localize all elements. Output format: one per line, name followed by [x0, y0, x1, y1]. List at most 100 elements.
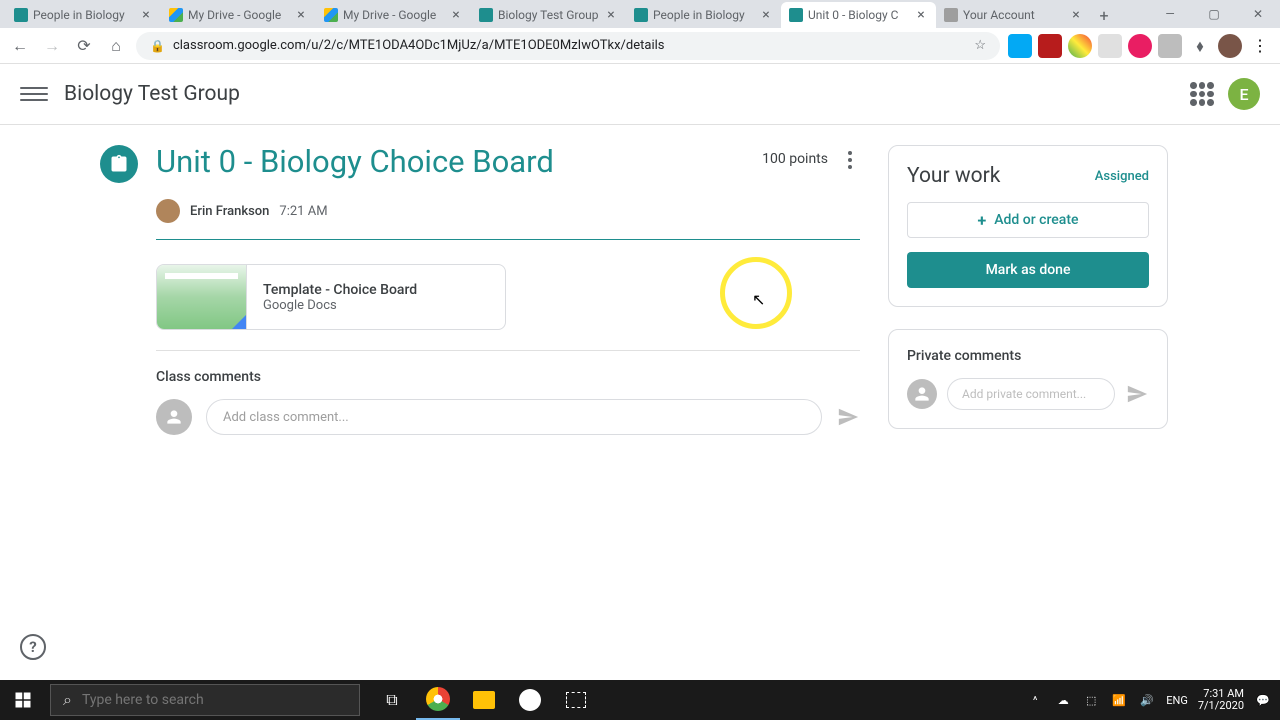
assignment-title: Unit 0 - Biology Choice Board	[156, 145, 554, 179]
assignment-more-button[interactable]	[840, 151, 860, 169]
post-time: 7:21 AM	[279, 204, 327, 219]
drive-icon	[169, 8, 183, 22]
assignment-icon	[100, 145, 138, 183]
task-view-button[interactable]: ⧉	[370, 680, 414, 720]
lock-icon: 🔒	[150, 39, 165, 53]
ext-icon-6[interactable]	[1158, 34, 1182, 58]
user-avatar	[907, 379, 937, 409]
tray-wifi-icon[interactable]: 📶	[1110, 691, 1128, 709]
tray-notifications-icon[interactable]: 💬	[1254, 691, 1272, 709]
start-button[interactable]	[0, 680, 46, 720]
your-work-title: Your work	[907, 164, 1000, 188]
drive-icon	[324, 8, 338, 22]
tab-title: Your Account	[963, 8, 1064, 22]
ext-icon-3[interactable]	[1068, 34, 1092, 58]
close-icon[interactable]: ×	[759, 8, 773, 22]
classroom-icon	[634, 8, 648, 22]
private-comments-card: Private comments Add private comment...	[888, 329, 1168, 429]
close-icon[interactable]: ×	[1069, 8, 1083, 22]
class-comments-label: Class comments	[156, 369, 860, 385]
send-private-comment-button[interactable]	[1125, 382, 1149, 406]
ext-icon-2[interactable]	[1038, 34, 1062, 58]
classroom-header: Biology Test Group E	[0, 64, 1280, 125]
taskbar-app-1[interactable]	[508, 680, 552, 720]
mark-as-done-button[interactable]: Mark as done	[907, 252, 1149, 288]
close-icon[interactable]: ×	[294, 8, 308, 22]
add-create-label: Add or create	[994, 212, 1078, 228]
close-icon[interactable]: ×	[604, 8, 618, 22]
help-button[interactable]: ?	[20, 634, 46, 660]
author-avatar	[156, 199, 180, 223]
url-text: classroom.google.com/u/2/c/MTE1ODA4ODc1M…	[173, 38, 665, 53]
taskbar-chrome[interactable]	[416, 680, 460, 720]
attachment-subtitle: Google Docs	[263, 298, 417, 313]
tab-title: People in Biology	[653, 8, 754, 22]
tab-4[interactable]: People in Biology ×	[626, 2, 781, 28]
attachment-thumbnail	[157, 265, 247, 329]
home-button[interactable]: ⌂	[104, 34, 128, 58]
attachment-title: Template - Choice Board	[263, 282, 417, 298]
tab-2[interactable]: My Drive - Google ×	[316, 2, 471, 28]
tab-6[interactable]: Your Account ×	[936, 2, 1091, 28]
private-comments-title: Private comments	[907, 348, 1149, 364]
profile-avatar[interactable]	[1218, 34, 1242, 58]
tab-1[interactable]: My Drive - Google×	[161, 2, 316, 28]
toolbar-extensions: ⬧ ⋮	[1008, 34, 1272, 58]
maximize-button[interactable]: ▢	[1192, 0, 1236, 28]
class-comment-input[interactable]: Add class comment...	[206, 399, 822, 435]
tab-0[interactable]: People in Biology×	[6, 2, 161, 28]
new-tab-button[interactable]: +	[1091, 2, 1117, 28]
tray-clock[interactable]: 7:31 AM 7/1/2020	[1198, 688, 1244, 712]
google-apps-button[interactable]	[1190, 82, 1214, 106]
reload-button[interactable]: ⟳	[72, 34, 96, 58]
taskbar-search-input[interactable]	[82, 692, 347, 708]
account-avatar[interactable]: E	[1228, 78, 1260, 110]
tabs-row: People in Biology× My Drive - Google× My…	[0, 0, 1148, 28]
tray-volume-icon[interactable]: 🔊	[1138, 691, 1156, 709]
taskbar-search[interactable]: ⌕	[50, 684, 360, 716]
tray-network-icon[interactable]: ⬚	[1082, 691, 1100, 709]
divider	[156, 239, 860, 240]
bookmark-star-icon[interactable]: ☆	[974, 38, 986, 53]
minimize-button[interactable]: —	[1148, 0, 1192, 28]
plus-icon: +	[978, 211, 987, 230]
close-icon[interactable]: ×	[449, 8, 463, 22]
tab-3[interactable]: Biology Test Group ×	[471, 2, 626, 28]
close-icon[interactable]: ×	[139, 8, 153, 22]
main-menu-button[interactable]	[20, 80, 48, 108]
forward-button[interactable]: →	[40, 34, 64, 58]
chrome-menu-icon[interactable]: ⋮	[1248, 34, 1272, 58]
classroom-icon	[479, 8, 493, 22]
assignment-status: Assigned	[1095, 169, 1149, 184]
tab-title: Biology Test Group	[498, 8, 599, 22]
private-comment-input[interactable]: Add private comment...	[947, 378, 1115, 410]
ext-icon-4[interactable]	[1098, 34, 1122, 58]
user-avatar	[156, 399, 192, 435]
close-window-button[interactable]: ✕	[1236, 0, 1280, 28]
taskbar-explorer[interactable]	[462, 680, 506, 720]
url-input[interactable]: 🔒 classroom.google.com/u/2/c/MTE1ODA4ODc…	[136, 32, 1000, 60]
back-button[interactable]: ←	[8, 34, 32, 58]
send-comment-button[interactable]	[836, 405, 860, 429]
taskbar-app-2[interactable]	[554, 680, 598, 720]
class-title[interactable]: Biology Test Group	[64, 82, 240, 106]
tray-onedrive-icon[interactable]: ☁	[1054, 691, 1072, 709]
tray-language[interactable]: ENG	[1166, 694, 1188, 707]
tab-5-active[interactable]: Unit 0 - Biology C×	[781, 2, 936, 28]
attachment-card[interactable]: Template - Choice Board Google Docs	[156, 264, 506, 330]
classroom-icon	[789, 8, 803, 22]
window-controls: — ▢ ✕	[1148, 0, 1280, 28]
tray-date: 7/1/2020	[1198, 700, 1244, 712]
points-label: 100 points	[762, 151, 828, 167]
ext-icon-1[interactable]	[1008, 34, 1032, 58]
browser-tab-strip: People in Biology× My Drive - Google× My…	[0, 0, 1280, 28]
tab-title: My Drive - Google	[343, 8, 444, 22]
add-or-create-button[interactable]: + Add or create	[907, 202, 1149, 238]
windows-taskbar: ⌕ ⧉ ^ ☁ ⬚ 📶 🔊 ENG 7:31 AM 7/1/2020 💬	[0, 680, 1280, 720]
ext-icon-5[interactable]	[1128, 34, 1152, 58]
classroom-icon	[14, 8, 28, 22]
your-work-card: Your work Assigned + Add or create Mark …	[888, 145, 1168, 307]
close-icon[interactable]: ×	[914, 8, 928, 22]
extensions-icon[interactable]: ⬧	[1188, 34, 1212, 58]
tray-chevron-up-icon[interactable]: ^	[1026, 691, 1044, 709]
